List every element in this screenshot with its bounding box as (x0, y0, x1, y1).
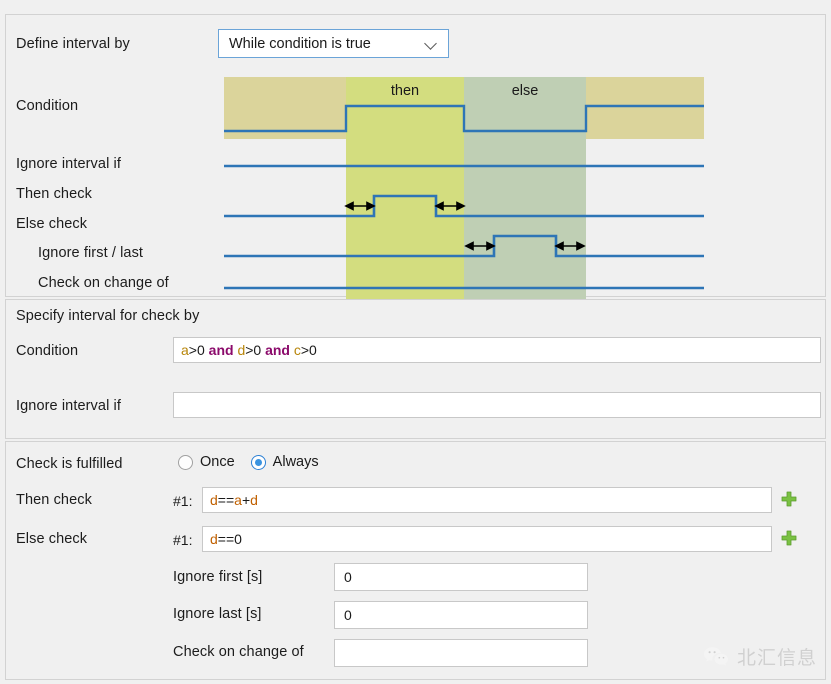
ignore-last-value: 0 (344, 607, 352, 623)
add-then-check-button[interactable] (781, 491, 797, 507)
then-check-label: Then check (16, 492, 92, 508)
radio-always[interactable]: Always (250, 454, 319, 470)
radio-always-label: Always (272, 454, 319, 470)
radio-always-dot (250, 454, 266, 470)
radio-once[interactable]: Once (178, 454, 235, 470)
ignore-last-label: Ignore last [s] (173, 606, 262, 622)
else-check-expression: d==0 (210, 531, 242, 547)
specify-condition-label: Condition (16, 343, 79, 359)
then-check-expression: d==a+d (210, 492, 258, 508)
ignore-last-input[interactable]: 0 (334, 601, 588, 629)
specify-ignore-interval-label: Ignore interval if (16, 398, 121, 414)
dialog-root: Define interval by While condition is tr… (0, 0, 831, 684)
diagram-label-else-check: Else check (16, 216, 88, 232)
diagram-label-check-on-change-of: Check on change of (38, 275, 169, 291)
specify-ignore-interval-input[interactable] (173, 392, 821, 418)
condition-expression-text: a>0 and d>0 and c>0 (181, 342, 317, 358)
radio-once-label: Once (200, 454, 235, 470)
then-check-index: #1: (173, 493, 193, 509)
else-check-index: #1: (173, 532, 193, 548)
check-panel: Check is fulfilled Once Always Then chec… (5, 441, 826, 680)
specify-interval-title: Specify interval for check by (16, 308, 200, 324)
add-else-check-button[interactable] (781, 530, 797, 546)
check-on-change-of-label: Check on change of (173, 644, 304, 660)
dropdown-selected-value: While condition is true (229, 35, 371, 52)
ignore-first-value: 0 (344, 569, 352, 585)
else-check-input[interactable]: d==0 (202, 526, 772, 552)
specify-interval-panel: Specify interval for check by Condition … (5, 299, 826, 439)
ignore-first-label: Ignore first [s] (173, 569, 263, 585)
define-interval-by-dropdown[interactable]: While condition is true (218, 29, 449, 58)
diagram-then-caption: then (391, 83, 419, 99)
diagram-else-caption: else (512, 83, 539, 99)
define-interval-panel: Define interval by While condition is tr… (5, 14, 826, 305)
check-fulfilled-radio-group: Once Always (178, 454, 335, 470)
ignore-first-input[interactable]: 0 (334, 563, 588, 591)
diagram-label-ignore-first-last: Ignore first / last (38, 245, 144, 261)
timing-diagram: then else (219, 68, 709, 308)
specify-condition-input[interactable]: a>0 and d>0 and c>0 (173, 337, 821, 363)
diagram-label-then-check: Then check (16, 186, 92, 202)
diagram-label-condition: Condition (16, 98, 79, 114)
else-check-label: Else check (16, 531, 88, 547)
diagram-label-ignore-interval-if: Ignore interval if (16, 156, 121, 172)
check-on-change-of-input[interactable] (334, 639, 588, 667)
check-is-fulfilled-label: Check is fulfilled (16, 456, 123, 472)
chevron-down-icon (425, 37, 438, 50)
then-check-input[interactable]: d==a+d (202, 487, 772, 513)
radio-once-dot (178, 454, 193, 470)
define-interval-by-label: Define interval by (16, 36, 130, 52)
